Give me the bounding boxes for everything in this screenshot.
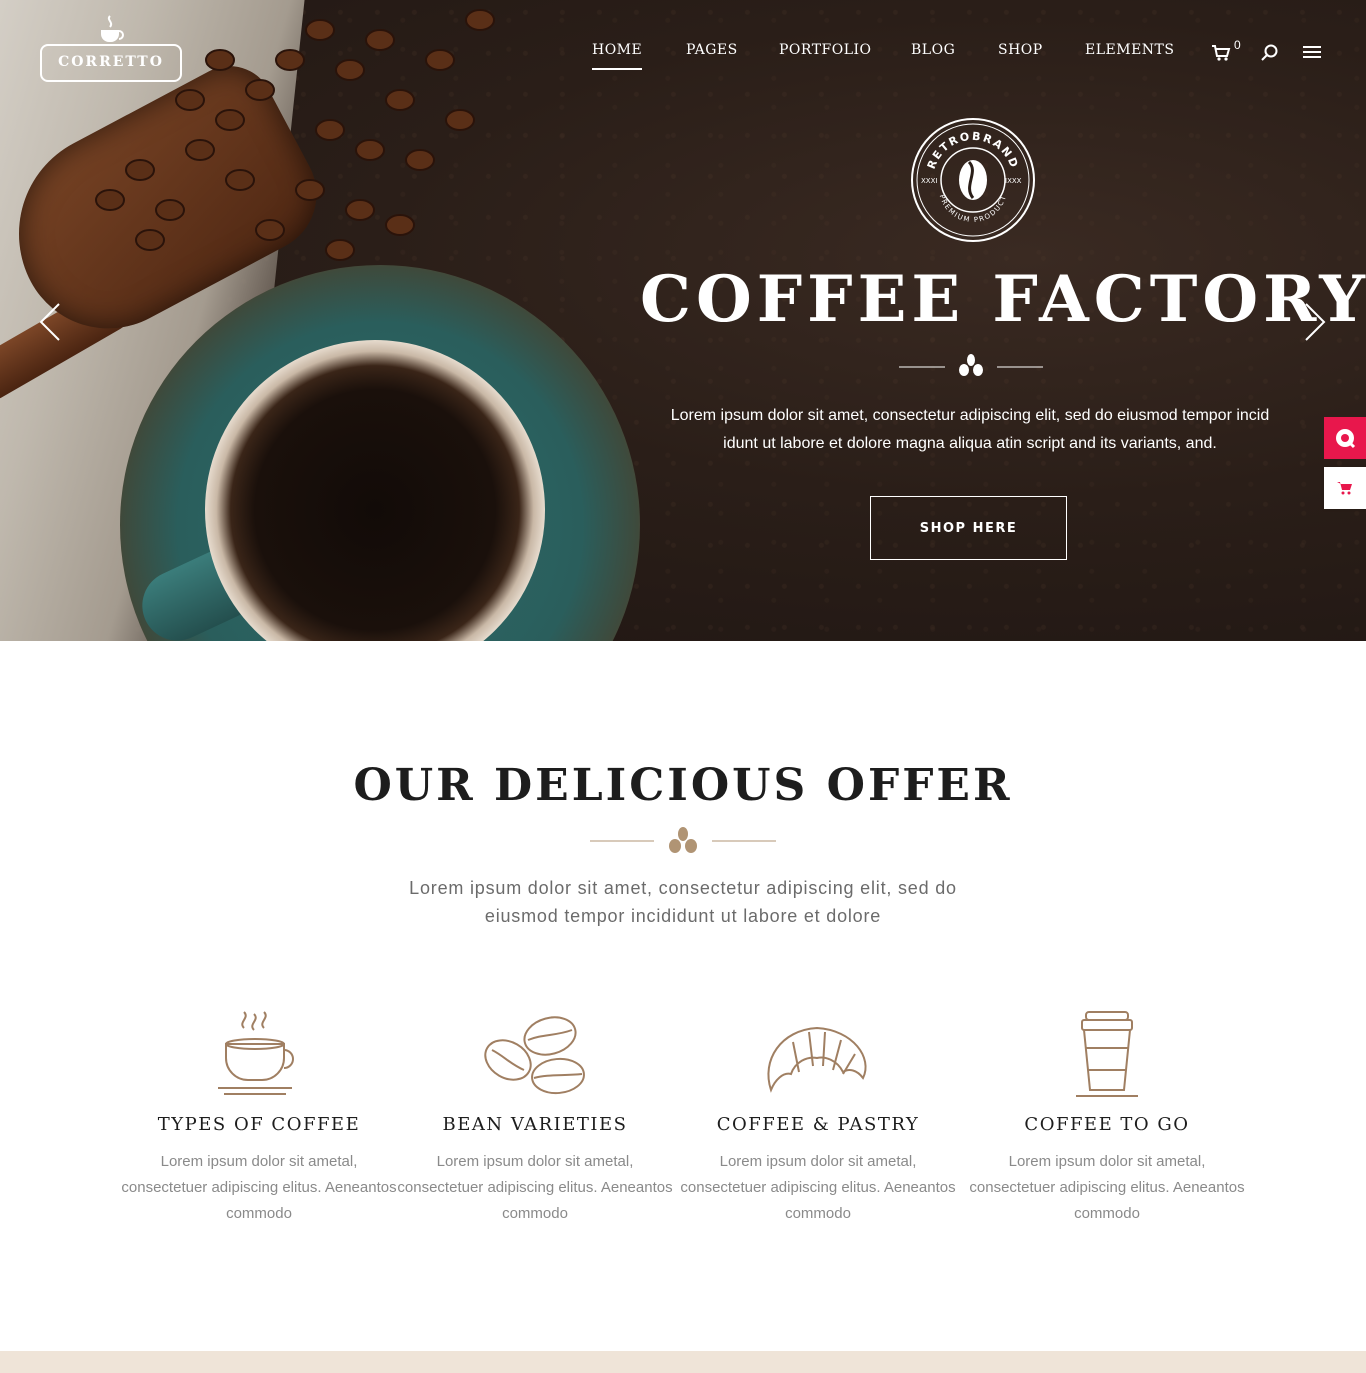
logo-text: CORRETTO — [58, 54, 164, 70]
nav-item-pages[interactable]: PAGES — [686, 42, 738, 58]
feature-description: Lorem ipsum dolor sit ametal, consectetu… — [680, 1153, 956, 1222]
feature-description: Lorem ipsum dolor sit ametal, consectetu… — [121, 1153, 397, 1222]
feature-bean-varieties: BEAN VARIETIES Lorem ipsum dolor sit ame… — [395, 1000, 675, 1227]
coffee-cup-icon — [218, 1011, 294, 1095]
site-logo[interactable]: CORRETTO — [40, 14, 182, 84]
feature-title: BEAN VARIETIES — [442, 1114, 628, 1135]
takeaway-cup-icon — [1076, 1011, 1138, 1097]
search-icon[interactable] — [1261, 44, 1279, 62]
nav-item-elements[interactable]: ELEMENTS — [1085, 42, 1174, 58]
cart-count-badge: 0 — [1234, 38, 1241, 52]
croissant-icon — [767, 1026, 867, 1093]
nav-item-portfolio[interactable]: PORTFOLIO — [779, 42, 872, 58]
nav-item-shop[interactable]: SHOP — [998, 42, 1043, 58]
shop-here-button[interactable]: SHOP HERE — [870, 496, 1067, 560]
hero-divider-beans-icon — [899, 354, 1043, 376]
slider-next-arrow-icon[interactable] — [1303, 302, 1327, 342]
feature-title: COFFEE & PASTRY — [716, 1114, 920, 1135]
cart-icon[interactable] — [1211, 44, 1231, 62]
retrobrand-badge-icon: RETROBRAND PREMIUM PRODUCT XXXI IXXX — [911, 118, 1035, 242]
badge-right-text: IXXX — [1005, 177, 1022, 185]
hero-slider: CORRETTO HOME PAGES PORTFOLIO BLOG SHOP … — [0, 0, 1366, 641]
feature-description: Lorem ipsum dolor sit ametal, consectetu… — [969, 1153, 1245, 1222]
offer-divider-beans-icon — [590, 827, 776, 853]
slider-prev-arrow-icon[interactable] — [38, 302, 62, 342]
coffee-beans-icon — [484, 1016, 585, 1095]
feature-coffee-and-pastry: COFFEE & PASTRY Lorem ipsum dolor sit am… — [678, 1000, 958, 1227]
feature-types-of-coffee: TYPES OF COFFEE Lorem ipsum dolor sit am… — [119, 1000, 399, 1227]
side-widget-support[interactable] — [1324, 417, 1366, 459]
hero-title: COFFEE FACTORY — [640, 262, 1366, 337]
next-section-strip — [0, 1351, 1366, 1373]
badge-left-text: XXXI — [921, 177, 937, 185]
side-cart-icon — [1337, 482, 1352, 495]
nav-item-home[interactable]: HOME — [592, 42, 643, 70]
logo-cup-icon — [101, 15, 124, 42]
offer-section-description: Lorem ipsum dolor sit amet, consectetur … — [409, 878, 957, 926]
offer-section-title: OUR DELICIOUS OFFER — [353, 760, 1013, 811]
feature-title: TYPES OF COFFEE — [157, 1114, 361, 1135]
feature-description: Lorem ipsum dolor sit ametal, consectetu… — [397, 1153, 673, 1222]
hero-description: Lorem ipsum dolor sit amet, consectetur … — [670, 407, 1270, 452]
menu-icon[interactable] — [1303, 44, 1321, 60]
feature-title: COFFEE TO GO — [1024, 1114, 1190, 1135]
chat-bubble-icon — [1336, 429, 1356, 449]
nav-item-blog[interactable]: BLOG — [911, 42, 955, 58]
side-widget-cart[interactable] — [1324, 467, 1366, 509]
feature-coffee-to-go: COFFEE TO GO Lorem ipsum dolor sit ameta… — [967, 1000, 1247, 1227]
